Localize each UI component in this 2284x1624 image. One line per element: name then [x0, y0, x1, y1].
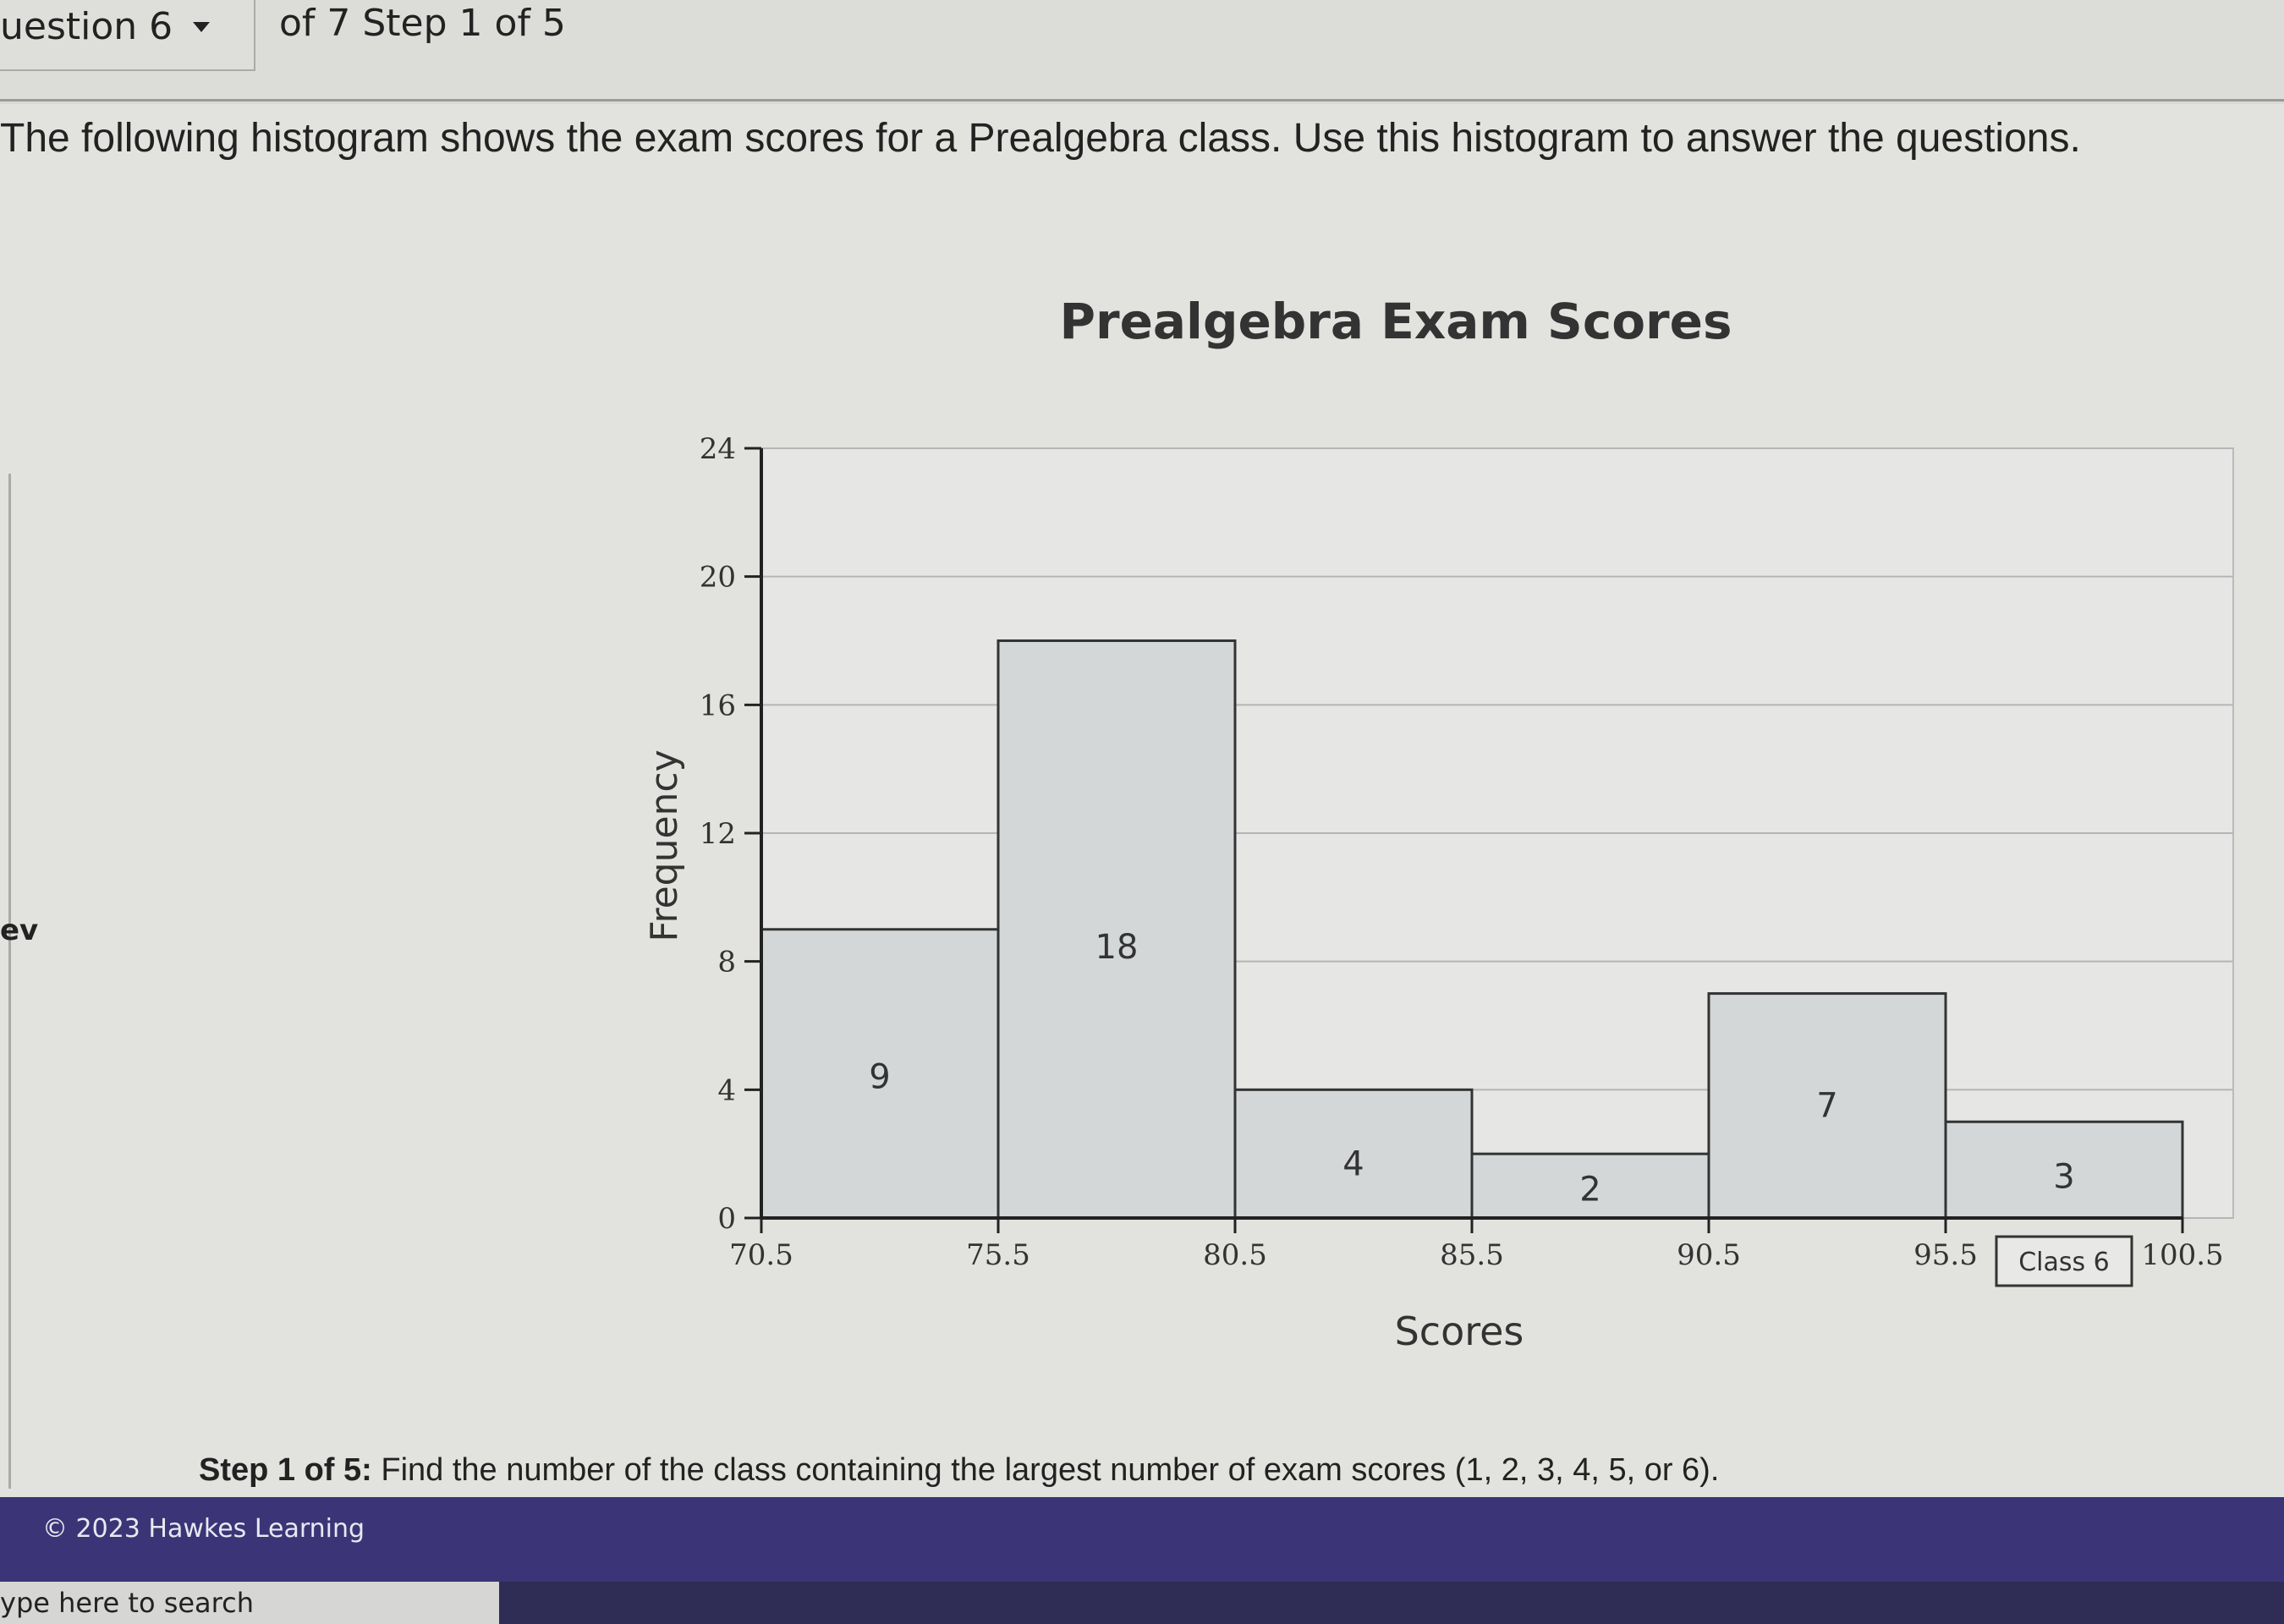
bar-data-label: 3: [2053, 1158, 2074, 1197]
bar-data-label: 9: [869, 1057, 890, 1096]
copyright: © 2023 Hawkes Learning: [42, 1514, 365, 1544]
bar-data-label: 18: [1095, 928, 1139, 967]
y-tick-label: 4: [717, 1073, 736, 1107]
step-text: Find the number of the class containing …: [371, 1452, 1720, 1488]
taskbar: ype here to search: [0, 1582, 2284, 1624]
x-tick-label: 90.5: [1677, 1238, 1741, 1272]
y-tick-label: 8: [717, 946, 736, 979]
bar-data-label: 7: [1816, 1087, 1837, 1126]
y-tick-label: 12: [700, 817, 736, 851]
histogram-chart: Prealgebra Exam Scores Frequency Scores …: [643, 293, 2234, 1354]
x-tick-label: 95.5: [1913, 1238, 1978, 1272]
x-tick-label: 80.5: [1203, 1238, 1267, 1272]
taskbar-search-input[interactable]: ype here to search: [0, 1582, 499, 1624]
bar-data-label: 2: [1579, 1171, 1600, 1210]
x-tick-label: 75.5: [966, 1238, 1030, 1272]
y-tick-label: 16: [700, 689, 736, 722]
x-axis-label: Scores: [1395, 1309, 1524, 1354]
step-instruction: Step 1 of 5: Find the number of the clas…: [199, 1451, 2263, 1490]
step-label: Step 1 of 5:: [199, 1452, 372, 1488]
x-tick-label: 85.5: [1440, 1238, 1504, 1272]
class-annotation-label: Class 6: [2018, 1248, 2110, 1277]
bar-data-label: 4: [1342, 1144, 1364, 1183]
y-tick-label: 0: [717, 1202, 736, 1236]
chart-title: Prealgebra Exam Scores: [1059, 293, 1732, 350]
y-axis-label: Frequency: [643, 749, 686, 941]
x-tick-label: 70.5: [729, 1238, 793, 1272]
x-tick-label: 100.5: [2141, 1238, 2223, 1272]
footer: © 2023 Hawkes Learning: [0, 1497, 2284, 1582]
y-tick-label: 24: [700, 432, 736, 466]
y-tick-label: 20: [700, 561, 736, 595]
